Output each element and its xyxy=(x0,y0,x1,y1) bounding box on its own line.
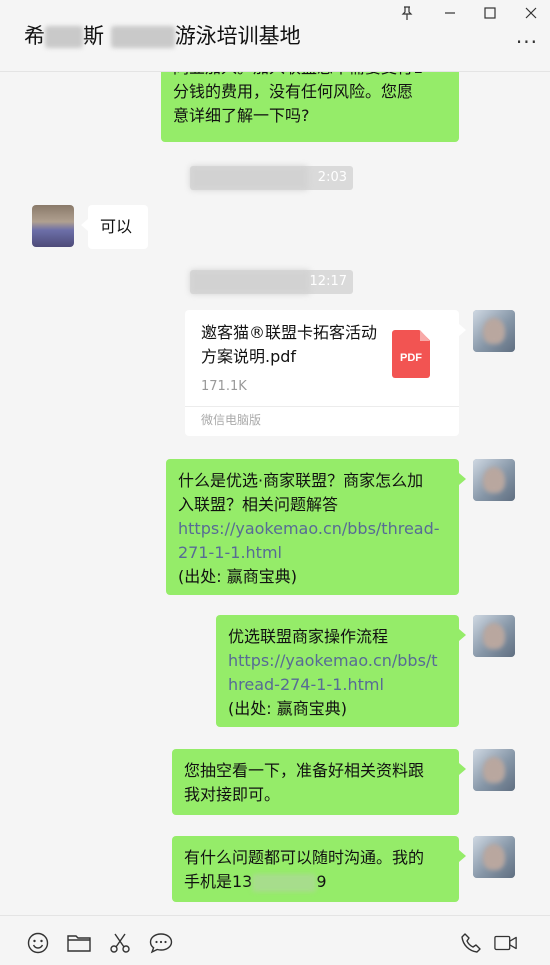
chat-history-icon[interactable] xyxy=(149,932,173,954)
message-text: 有什么问题都可以随时沟通。我的 xyxy=(184,848,425,867)
timestamp-text: 2:03 xyxy=(317,170,347,185)
redacted-date xyxy=(190,270,310,294)
emoji-icon[interactable] xyxy=(26,932,50,954)
maximize-icon[interactable] xyxy=(476,2,504,24)
divider xyxy=(185,406,459,407)
avatar[interactable] xyxy=(473,310,515,352)
minimize-icon[interactable] xyxy=(436,2,464,24)
message-text: 9 xyxy=(316,872,327,891)
redacted-phone xyxy=(252,873,317,892)
message-bubble-self[interactable]: 优选联盟商家操作流程 https://yaokemao.cn/bbs/threa… xyxy=(216,615,466,727)
folder-icon[interactable] xyxy=(67,932,91,954)
message-source: (出处: 赢商宝典) xyxy=(178,567,297,586)
chat-title: 希 斯 游泳培训基地 xyxy=(24,20,301,50)
message-text: 入联盟？相关问题解答 xyxy=(178,495,339,514)
avatar[interactable] xyxy=(473,459,515,501)
timestamp-text: 12:17 xyxy=(309,274,347,289)
file-source: 微信电脑版 xyxy=(201,413,262,427)
message-text: 意详细了解一下吗? xyxy=(173,106,310,125)
message-bubble-self[interactable]: 有什么问题都可以随时沟通。我的 手机是13 9 xyxy=(172,836,466,902)
message-source: (出处: 赢商宝典) xyxy=(228,699,347,718)
message-line: 手机是13 9 xyxy=(184,870,447,894)
message-bubble-other[interactable]: 可以 xyxy=(81,205,148,249)
message-text: 优选联盟商家操作流程 xyxy=(228,627,389,646)
message-bubble-self[interactable]: 您抽空看一下，准备好相关资料跟 我对接即可。 xyxy=(172,749,466,815)
message-link[interactable]: https://yaokemao.cn/bbs/thread-274-1-1.h… xyxy=(228,649,447,697)
avatar[interactable] xyxy=(473,836,515,878)
timestamp: 12:17 xyxy=(190,270,353,294)
message-text: 手机是13 xyxy=(184,872,253,891)
message-text: 我对接即可。 xyxy=(184,785,281,804)
message-text: 您抽空看一下，准备好相关资料跟 xyxy=(184,761,425,780)
message-text: 什么是优选·商家联盟？商家怎么加 xyxy=(178,471,424,490)
pin-icon[interactable] xyxy=(393,2,421,24)
message-bubble-self[interactable]: 同业加入。加入联盟您不需要支付1 分钱的费用，没有任何风险。您愿 意详细了解一下… xyxy=(161,72,459,142)
chat-title-part3: 游泳培训基地 xyxy=(174,24,301,48)
pdf-label: PDF xyxy=(400,352,422,364)
avatar[interactable] xyxy=(32,205,74,247)
chat-area[interactable]: 同业加入。加入联盟您不需要支付1 分钱的费用，没有任何风险。您愿 意详细了解一下… xyxy=(0,72,550,915)
message-text: 可以 xyxy=(100,217,133,236)
more-options-button[interactable]: ··· xyxy=(516,30,538,54)
file-name: 邀客猫®联盟卡拓客活动方案说明.pdf xyxy=(201,323,378,366)
file-message-card[interactable]: 邀客猫®联盟卡拓客活动方案说明.pdf PDF 171.1K 微信电脑版 xyxy=(185,310,466,436)
redacted-name-2 xyxy=(110,26,175,48)
avatar[interactable] xyxy=(473,749,515,791)
redacted-name-1 xyxy=(45,26,83,48)
avatar[interactable] xyxy=(473,615,515,657)
close-icon[interactable] xyxy=(517,2,545,24)
input-toolbar xyxy=(0,915,550,965)
timestamp: 2:03 xyxy=(190,166,353,190)
redacted-date xyxy=(190,166,308,190)
scissors-icon[interactable] xyxy=(108,932,132,954)
phone-icon[interactable] xyxy=(459,932,483,954)
video-icon[interactable] xyxy=(494,932,518,954)
title-bar: 希 斯 游泳培训基地 ··· xyxy=(0,0,550,72)
message-text: 同业加入。加入联盟您不需要支付1 xyxy=(173,72,447,80)
message-bubble-self[interactable]: 什么是优选·商家联盟？商家怎么加 入联盟？相关问题解答 https://yaok… xyxy=(166,459,466,595)
file-size: 171.1K xyxy=(201,379,247,394)
chat-title-part1: 希 xyxy=(24,24,45,48)
message-link[interactable]: https://yaokemao.cn/bbs/thread-271-1-1.h… xyxy=(178,517,447,565)
message-text: 分钱的费用，没有任何风险。您愿 xyxy=(173,82,414,101)
chat-title-part2: 斯 xyxy=(83,24,104,48)
pdf-fold-icon xyxy=(420,330,430,341)
